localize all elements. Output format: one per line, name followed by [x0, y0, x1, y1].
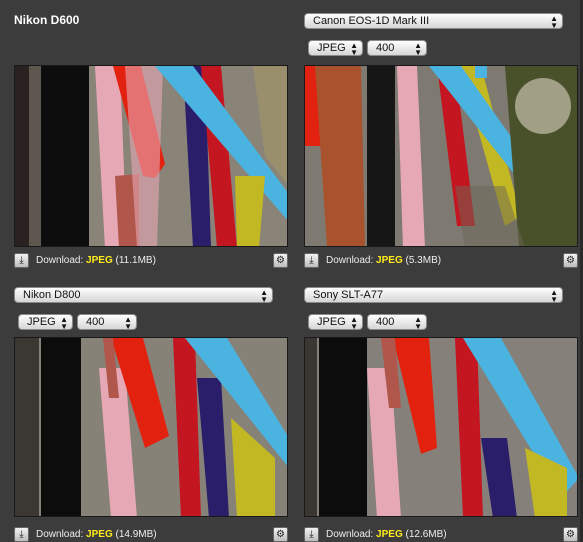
download-icon[interactable]: ⤓ — [14, 253, 29, 268]
gear-icon[interactable]: ⚙ — [563, 527, 578, 542]
iso-select-value: 400 — [376, 316, 395, 328]
format-select-value: JPEG — [317, 42, 346, 54]
sample-image-crop[interactable] — [304, 65, 578, 247]
iso-select[interactable]: 400 ▲ ▼ — [367, 314, 427, 331]
download-label: Download: — [326, 255, 374, 266]
download-row: ⤓ Download: JPEG (12.6MB) ⚙ — [304, 526, 578, 542]
select-arrows-icon: ▲ ▼ — [414, 41, 422, 57]
download-format: JPEG — [376, 529, 403, 540]
camera-select-value: Nikon D800 — [23, 289, 81, 301]
select-arrows-icon: ▲ ▼ — [124, 315, 132, 331]
download-format: JPEG — [86, 529, 113, 540]
iso-select-value: 400 — [86, 316, 105, 328]
format-select-value: JPEG — [317, 316, 346, 328]
camera-select[interactable]: Sony SLT-A77 ▲ ▼ — [304, 287, 563, 304]
download-row: ⤓ Download: JPEG (14.9MB) ⚙ — [14, 526, 288, 542]
download-size: (12.6MB) — [405, 529, 447, 540]
sample-image-crop[interactable] — [304, 337, 578, 517]
format-select[interactable]: JPEG ▲ ▼ — [308, 40, 363, 57]
iso-select[interactable]: 400 ▲ ▼ — [367, 40, 427, 57]
download-icon[interactable]: ⤓ — [14, 527, 29, 542]
gear-icon[interactable]: ⚙ — [273, 527, 288, 542]
download-label: Download: — [36, 529, 84, 540]
download-text[interactable]: Download: JPEG (14.9MB) — [36, 529, 157, 540]
select-arrows-icon: ▲ ▼ — [350, 315, 358, 331]
download-size: (14.9MB) — [115, 529, 157, 540]
sample-image — [305, 66, 577, 246]
format-select[interactable]: JPEG ▲ ▼ — [308, 314, 363, 331]
download-format: JPEG — [86, 255, 113, 266]
camera-select-value: Canon EOS-1D Mark III — [313, 15, 430, 27]
download-row: ⤓ Download: JPEG (5.3MB) ⚙ — [304, 252, 578, 270]
download-label: Download: — [326, 529, 374, 540]
download-text[interactable]: Download: JPEG (5.3MB) — [326, 255, 441, 266]
sample-image — [15, 66, 287, 246]
gear-icon[interactable]: ⚙ — [563, 253, 578, 268]
select-arrows-icon: ▲ ▼ — [414, 315, 422, 331]
download-size: (11.1MB) — [115, 255, 156, 266]
select-arrows-icon: ▲ ▼ — [60, 315, 68, 331]
sample-image — [15, 338, 287, 516]
download-text[interactable]: Download: JPEG (11.1MB) — [36, 255, 156, 266]
select-arrows-icon: ▲ ▼ — [260, 288, 268, 304]
camera-select[interactable]: Nikon D800 ▲ ▼ — [14, 287, 273, 304]
camera-title: Nikon D600 — [14, 13, 80, 27]
format-select[interactable]: JPEG ▲ ▼ — [18, 314, 73, 331]
select-arrows-icon: ▲ ▼ — [550, 288, 558, 304]
iso-select[interactable]: 400 ▲ ▼ — [77, 314, 137, 331]
sample-image — [305, 338, 577, 516]
download-size: (5.3MB) — [405, 255, 442, 266]
select-arrows-icon: ▲ ▼ — [350, 41, 358, 57]
camera-select-value: Sony SLT-A77 — [313, 289, 384, 301]
format-select-value: JPEG — [27, 316, 56, 328]
iso-select-value: 400 — [376, 42, 395, 54]
download-icon[interactable]: ⤓ — [304, 253, 319, 268]
download-format: JPEG — [376, 255, 403, 266]
download-text[interactable]: Download: JPEG (12.6MB) — [326, 529, 447, 540]
download-icon[interactable]: ⤓ — [304, 527, 319, 542]
comparison-widget: Nikon D600 ⤓ Download: JPEG (11.1MB) ⚙ C… — [0, 0, 583, 542]
gear-icon[interactable]: ⚙ — [273, 253, 288, 268]
camera-select[interactable]: Canon EOS-1D Mark III ▲ ▼ — [304, 13, 563, 30]
sample-image-crop[interactable] — [14, 65, 288, 247]
download-label: Download: — [36, 255, 84, 266]
download-row: ⤓ Download: JPEG (11.1MB) ⚙ — [14, 252, 288, 270]
sample-image-crop[interactable] — [14, 337, 288, 517]
select-arrows-icon: ▲ ▼ — [550, 14, 558, 30]
